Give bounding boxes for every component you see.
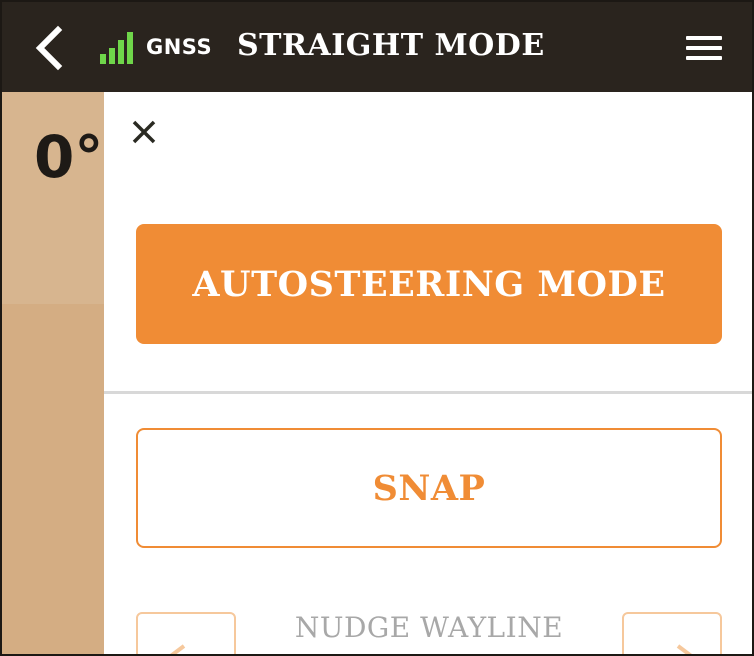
nudge-wayline-label: NUDGE WAYLINE: [294, 611, 564, 644]
hamburger-menu-icon-line: [686, 56, 722, 60]
arrow-left-icon: [170, 644, 186, 654]
nudge-left-button[interactable]: [136, 612, 236, 654]
nudge-right-button[interactable]: [622, 612, 722, 654]
hamburger-menu-icon-line: [686, 46, 722, 50]
signal-bars-icon: [100, 32, 133, 64]
autosteering-mode-button[interactable]: AUTOSTEERING MODE: [136, 224, 722, 344]
heading-angle: 0°: [34, 123, 104, 191]
menu-button[interactable]: [682, 32, 726, 64]
top-bar: GNSS STRAIGHT MODE: [2, 2, 752, 92]
arrow-right-icon: [676, 644, 692, 654]
chevron-left-icon: [35, 25, 63, 71]
snap-button[interactable]: SNAP: [136, 428, 722, 548]
divider: [104, 391, 752, 394]
control-panel: [104, 92, 752, 654]
close-icon: [132, 120, 156, 144]
back-button[interactable]: [28, 24, 72, 72]
app-frame: GNSS STRAIGHT MODE 0° AUTOSTEERING MODE …: [0, 0, 754, 656]
hamburger-menu-icon: [686, 36, 722, 40]
close-button[interactable]: [130, 118, 158, 146]
snap-label: SNAP: [372, 467, 486, 509]
page-title: STRAIGHT MODE: [237, 28, 545, 63]
autosteering-mode-label: AUTOSTEERING MODE: [192, 263, 666, 305]
gnss-label: GNSS: [146, 35, 213, 59]
